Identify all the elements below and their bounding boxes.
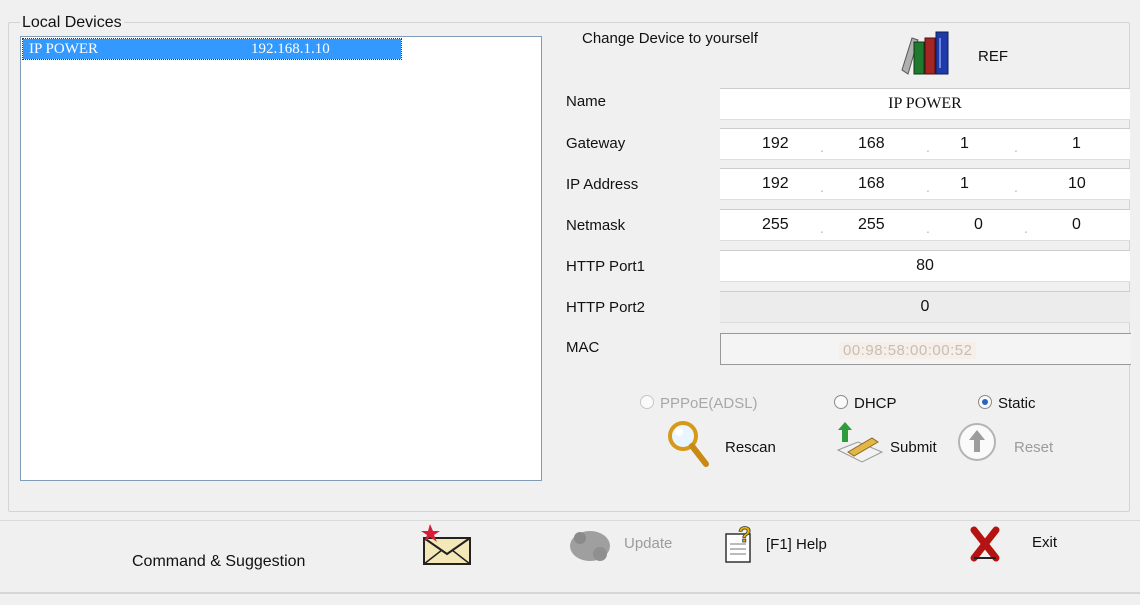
radio-dhcp[interactable]: DHCP [834,395,897,412]
name-input[interactable]: IP POWER [720,88,1130,120]
update-label: Update [624,535,673,552]
device-name: IP POWER [29,41,99,57]
ip-octet-1[interactable]: 192 [762,175,789,193]
ref-label: REF [978,48,1008,65]
ip-address-input[interactable]: 192 . 168 . 1 . 10 [720,168,1130,200]
exit-button[interactable]: Exit [966,524,1076,564]
ref-button[interactable]: REF [896,28,1036,78]
bottom-border [0,592,1140,594]
http-port1-input[interactable]: 80 [720,250,1130,282]
submit-label: Submit [890,439,937,456]
radio-checked-icon [978,395,992,409]
exit-x-icon [970,526,1000,562]
device-list[interactable]: IP POWER 192.168.1.10 [20,36,542,481]
help-button[interactable]: ? [F1] Help [722,524,882,564]
netmask-input[interactable]: 255 . 255 . 0 . 0 [720,209,1130,241]
svg-text:?: ? [738,524,751,547]
ip-octet-2[interactable]: 168 [858,175,885,193]
upload-arrow-icon [958,423,996,461]
ip-address-label: IP Address [566,176,639,193]
config-section-title: Change Device to yourself [582,30,758,47]
gateway-octet-1[interactable]: 192 [762,135,789,153]
http-port1-label: HTTP Port1 [566,258,645,275]
netmask-label: Netmask [566,217,626,234]
gateway-octet-3[interactable]: 1 [960,135,969,153]
gateway-octet-2[interactable]: 168 [858,135,885,153]
radio-circle-icon [640,395,654,409]
name-label: Name [566,93,607,110]
http-port1-value: 80 [916,257,934,274]
rescan-button[interactable]: Rescan [664,416,794,474]
update-button: Update [566,526,716,566]
radio-circle-icon [834,395,848,409]
gateway-input[interactable]: 192 . 168 . 1 . 1 [720,128,1130,160]
http-port2-value: 0 [920,298,930,315]
netmask-octet-3[interactable]: 0 [974,216,983,234]
command-suggestion-label: Command & Suggestion [132,553,306,570]
mail-button[interactable] [418,524,478,568]
device-ip: 192.168.1.10 [251,41,330,57]
exit-label: Exit [1032,534,1058,551]
mail-icon [421,524,471,565]
submit-pen-icon [836,422,884,463]
netmask-octet-2[interactable]: 255 [858,216,885,234]
ip-octet-4[interactable]: 10 [1068,175,1086,193]
mac-value: 00:98:58:00:00:52 [839,342,977,359]
name-value: IP POWER [888,95,962,112]
mac-label: MAC [566,339,600,356]
reset-label: Reset [1014,439,1054,456]
submit-button[interactable]: Submit [834,422,954,474]
gateway-octet-4[interactable]: 1 [1072,135,1081,153]
magnifier-icon [668,421,709,467]
netmask-octet-4[interactable]: 0 [1072,216,1081,234]
books-icon [901,31,949,75]
help-document-icon: ? [725,524,752,563]
ip-octet-3[interactable]: 1 [960,175,969,193]
rescan-label: Rescan [725,439,776,456]
device-list-item[interactable]: IP POWER 192.168.1.10 [22,38,402,60]
radio-static[interactable]: Static [978,395,1036,412]
help-label: [F1] Help [766,536,827,553]
separator [0,520,1140,521]
local-devices-title: Local Devices [20,14,124,32]
netmask-octet-1[interactable]: 255 [762,216,789,234]
reset-button: Reset [956,420,1076,472]
http-port2-input[interactable]: 0 [720,291,1130,323]
http-port2-label: HTTP Port2 [566,299,645,316]
mac-field: 00:98:58:00:00:52 [720,333,1131,365]
update-icon [570,531,610,561]
gateway-label: Gateway [566,135,626,152]
radio-pppoe: PPPoE(ADSL) [640,395,758,412]
